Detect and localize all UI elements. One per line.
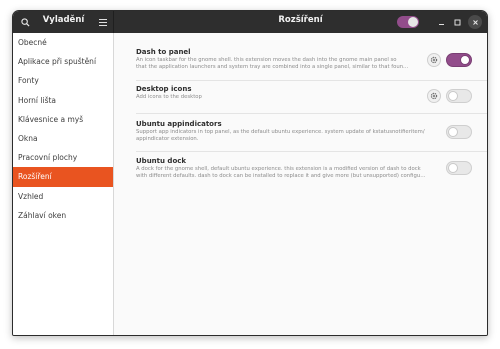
- extension-description: Support app indicators in top panel, as …: [136, 129, 425, 142]
- sidebar-item-obecne[interactable]: Obecné: [13, 33, 113, 52]
- sidebar-header: Vyladění: [13, 11, 114, 33]
- sidebar-item-appearance[interactable]: Vzhled: [13, 187, 113, 206]
- extension-description: Add icons to the desktop: [136, 94, 202, 100]
- extension-description: A dock for the gnome shell, default ubun…: [136, 166, 426, 179]
- toggle-knob: [448, 127, 458, 137]
- extensions-list: [114, 33, 487, 335]
- maximize-button[interactable]: [450, 15, 464, 29]
- toggle-knob: [460, 55, 470, 65]
- sidebar-item-workspaces[interactable]: Pracovní plochy: [13, 148, 113, 167]
- extension-name: Desktop icons: [136, 85, 192, 93]
- row-divider: [136, 151, 487, 152]
- sidebar: Obecné Aplikace při spuštění Fonty Horní…: [13, 33, 114, 335]
- close-icon: [472, 19, 478, 25]
- gear-icon: [430, 92, 438, 100]
- sidebar-item-window-titlebars[interactable]: Záhlaví oken: [13, 206, 113, 225]
- sidebar-item-fonts[interactable]: Fonty: [13, 71, 113, 90]
- gear-icon: [430, 56, 438, 64]
- extension-name: Ubuntu appindicators: [136, 120, 222, 128]
- switch-knob: [408, 17, 418, 27]
- extension-description: An icon taskbar for the gnome shell. thi…: [136, 57, 409, 70]
- minimize-icon: [438, 23, 444, 25]
- sidebar-item-top-bar[interactable]: Horní lišta: [13, 91, 113, 110]
- row-divider: [136, 80, 487, 81]
- extensions-master-switch[interactable]: [397, 16, 419, 28]
- toggle-knob: [448, 91, 458, 101]
- minimize-button[interactable]: [434, 15, 448, 29]
- ubuntu-appindicators-toggle[interactable]: [446, 125, 472, 139]
- sidebar-item-extensions[interactable]: Rozšíření: [13, 167, 113, 187]
- menu-button[interactable]: [95, 14, 111, 30]
- dash-to-panel-toggle[interactable]: [446, 53, 472, 67]
- extension-name: Ubuntu dock: [136, 157, 187, 165]
- close-button[interactable]: [468, 15, 482, 29]
- desktop-icons-settings-button[interactable]: [427, 89, 441, 103]
- toggle-knob: [448, 163, 458, 173]
- hamburger-icon: [99, 18, 107, 26]
- extension-row-ubuntu-appindicators: Ubuntu appindicators Support app indicat…: [136, 120, 476, 143]
- sidebar-item-windows[interactable]: Okna: [13, 129, 113, 148]
- tweaks-window: Vyladění Rozšíření Obecné Aplikace při s…: [12, 10, 488, 336]
- header-bar: Vyladění Rozšíření: [13, 11, 487, 33]
- sidebar-item-keyboard-mouse[interactable]: Klávesnice a myš: [13, 110, 113, 129]
- sidebar-item-startup-apps[interactable]: Aplikace při spuštění: [13, 52, 113, 71]
- desktop-icons-toggle[interactable]: [446, 89, 472, 103]
- dash-to-panel-settings-button[interactable]: [427, 53, 441, 67]
- ubuntu-dock-toggle[interactable]: [446, 161, 472, 175]
- page-title: Rozšíření: [278, 15, 323, 25]
- extension-row-dash-to-panel: Dash to panel An icon taskbar for the gn…: [136, 48, 476, 71]
- row-divider: [136, 113, 487, 114]
- maximize-icon: [454, 19, 460, 25]
- extension-name: Dash to panel: [136, 48, 191, 56]
- extension-row-ubuntu-dock: Ubuntu dock A dock for the gnome shell, …: [136, 157, 476, 180]
- extension-row-desktop-icons: Desktop icons Add icons to the desktop: [136, 85, 476, 101]
